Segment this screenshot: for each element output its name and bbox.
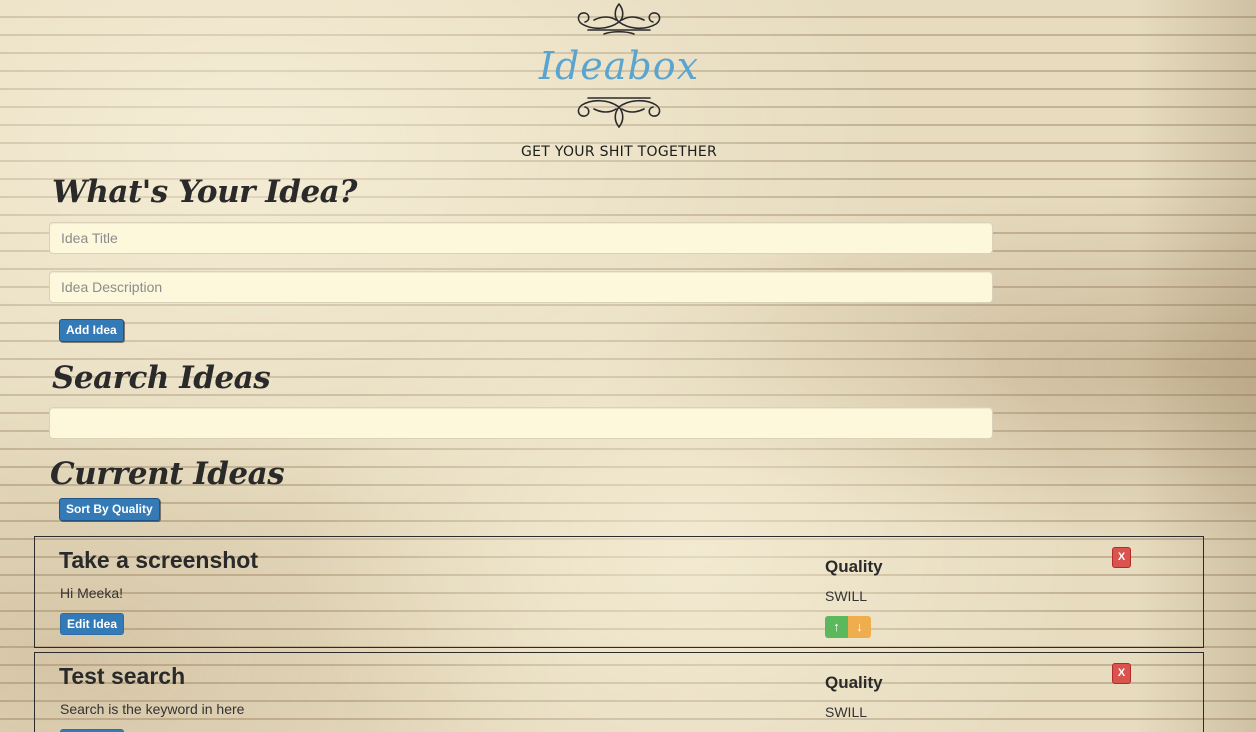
quality-value: SWILL [825, 704, 868, 720]
idea-description-input[interactable] [49, 271, 993, 303]
idea-card: Take a screenshot Hi Meeka! Edit Idea Qu… [34, 536, 1204, 648]
flourish-bottom-icon [577, 97, 661, 129]
upvote-button[interactable]: ↑ [825, 616, 848, 638]
search-input[interactable] [49, 407, 993, 439]
arrow-up-icon: ↑ [833, 619, 840, 634]
tagline: GET YOUR SHIT TOGETHER [521, 144, 717, 160]
vote-button-group: ↑ ↓ [825, 616, 871, 638]
idea-title-input[interactable] [49, 222, 993, 254]
quality-label: Quality [825, 557, 883, 576]
idea-body: Hi Meeka! [60, 585, 124, 601]
logo-text: Ideabox [538, 44, 700, 88]
search-heading: Search Ideas [52, 360, 271, 396]
current-ideas-heading: Current Ideas [50, 456, 285, 492]
site-header: Ideabox GET YOUR SHIT TOGETHER [0, 0, 1256, 170]
idea-title: Test search [59, 663, 186, 689]
arrow-down-icon: ↓ [856, 619, 863, 634]
delete-idea-button[interactable]: X [1112, 547, 1131, 568]
downvote-button[interactable]: ↓ [848, 616, 871, 638]
delete-idea-button[interactable]: X [1112, 663, 1131, 684]
add-idea-button[interactable]: Add Idea [59, 319, 124, 342]
idea-card: Test search Search is the keyword in her… [34, 652, 1204, 732]
flourish-top-icon [577, 3, 661, 35]
edit-idea-button[interactable]: Edit Idea [60, 613, 125, 635]
idea-title: Take a screenshot [59, 547, 259, 573]
new-idea-heading: What's Your Idea? [52, 174, 357, 210]
idea-body: Search is the keyword in here [60, 701, 245, 717]
quality-value: SWILL [825, 588, 868, 604]
quality-label: Quality [825, 673, 883, 692]
sort-by-quality-button[interactable]: Sort By Quality [59, 498, 160, 521]
